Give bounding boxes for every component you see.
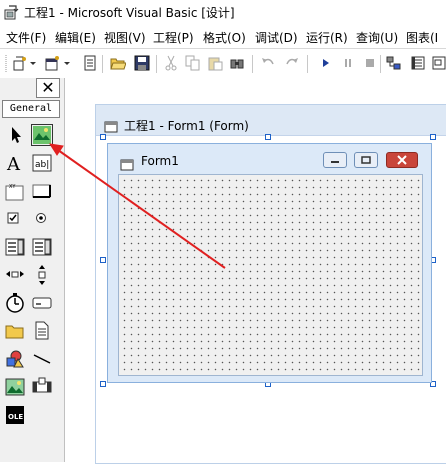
toolbar-separator (380, 55, 381, 73)
add-form-icon[interactable] (44, 55, 60, 71)
shape-tool-icon[interactable] (4, 348, 26, 370)
frame-tool-icon[interactable]: XY (4, 180, 26, 202)
dirlistbox-tool-icon[interactable] (4, 320, 26, 342)
filelistbox-tool-icon[interactable] (31, 320, 53, 342)
toolbar-separator (102, 55, 103, 73)
vscrollbar-tool-icon[interactable] (31, 264, 53, 286)
svg-text:OLE: OLE (8, 413, 23, 421)
toolbox-tab-general[interactable]: General (2, 100, 60, 118)
resize-handle[interactable] (100, 134, 106, 140)
form1-client-area[interactable] (118, 174, 423, 376)
svg-text:ab|: ab| (35, 160, 49, 170)
form1-window[interactable]: Form1 (107, 143, 432, 383)
textbox-tool-icon[interactable]: ab| (31, 152, 53, 174)
menu-editor-icon[interactable] (82, 55, 98, 71)
form-layout-icon[interactable] (432, 55, 446, 71)
optionbutton-tool-icon[interactable] (31, 208, 53, 230)
toolbar-grip-icon[interactable] (4, 55, 9, 73)
svg-text:A: A (6, 154, 21, 174)
menu-diagram[interactable]: 图表(I (406, 29, 438, 46)
title-bar: 工程1 - Microsoft Visual Basic [设计] (0, 0, 446, 24)
data-tool-icon[interactable] (31, 376, 53, 398)
add-project-icon[interactable] (12, 55, 28, 71)
menu-debug[interactable]: 调试(D) (255, 29, 298, 46)
toolbar-separator (252, 55, 253, 73)
pointer-tool-icon[interactable] (4, 124, 26, 146)
standard-toolbar (0, 48, 446, 79)
menu-run[interactable]: 运行(R) (306, 29, 348, 46)
hscrollbar-tool-icon[interactable] (4, 264, 26, 286)
toolbox-panel: ✕ General A ab| XY OLE (0, 78, 65, 462)
form-window-icon (120, 156, 134, 175)
svg-text:XY: XY (9, 184, 16, 190)
project-explorer-icon[interactable] (386, 55, 402, 71)
resize-handle[interactable] (100, 381, 106, 387)
open-icon[interactable] (110, 55, 126, 71)
toolbox-close-button[interactable]: ✕ (36, 78, 60, 98)
menu-file[interactable]: 文件(F) (6, 29, 46, 46)
break-icon[interactable] (340, 55, 356, 71)
checkbox-tool-icon[interactable] (4, 208, 26, 230)
paste-icon[interactable] (207, 55, 223, 71)
form1-title: Form1 (141, 154, 179, 168)
window-title: 工程1 - Microsoft Visual Basic [设计] (24, 6, 235, 20)
minimize-button[interactable] (323, 152, 347, 168)
start-icon[interactable] (318, 55, 334, 71)
menu-view[interactable]: 视图(V) (104, 29, 146, 46)
listbox-tool-icon[interactable] (31, 236, 53, 258)
line-tool-icon[interactable] (31, 348, 53, 370)
properties-icon[interactable] (410, 55, 426, 71)
cut-icon[interactable] (163, 55, 179, 71)
vb-app-icon[interactable] (4, 4, 20, 20)
picturebox-tool-icon[interactable] (31, 124, 53, 146)
undo-icon[interactable] (260, 55, 276, 71)
resize-handle[interactable] (265, 134, 271, 140)
menu-project[interactable]: 工程(P) (153, 29, 194, 46)
combobox-tool-icon[interactable] (4, 236, 26, 258)
menu-format[interactable]: 格式(O) (203, 29, 246, 46)
toolbar-separator (307, 55, 308, 73)
resize-handle[interactable] (430, 134, 436, 140)
maximize-button[interactable] (354, 152, 378, 168)
form-window-icon (104, 118, 118, 137)
designer-title-bar[interactable]: 工程1 - Form1 (Form) (96, 105, 446, 136)
menu-query[interactable]: 查询(U) (356, 29, 398, 46)
toolbar-separator (156, 55, 157, 73)
dropdown-arrow-icon[interactable] (30, 55, 36, 71)
designer-title: 工程1 - Form1 (Form) (124, 119, 249, 133)
save-icon[interactable] (134, 55, 150, 71)
dropdown-arrow-icon[interactable] (64, 55, 70, 71)
form1-title-bar[interactable]: Form1 (108, 144, 431, 174)
close-button[interactable] (386, 152, 418, 168)
commandbutton-tool-icon[interactable] (31, 180, 53, 202)
menu-edit[interactable]: 编辑(E) (55, 29, 96, 46)
end-icon[interactable] (362, 55, 378, 71)
timer-tool-icon[interactable] (4, 292, 26, 314)
find-icon[interactable] (229, 55, 245, 71)
ole-tool-icon[interactable]: OLE (4, 404, 26, 426)
drivelistbox-tool-icon[interactable] (31, 292, 53, 314)
image-tool-icon[interactable] (4, 376, 26, 398)
redo-icon[interactable] (284, 55, 300, 71)
copy-icon[interactable] (185, 55, 201, 71)
resize-handle[interactable] (100, 257, 106, 263)
menu-bar: 文件(F) 编辑(E) 视图(V) 工程(P) 格式(O) 调试(D) 运行(R… (0, 26, 446, 48)
label-tool-icon[interactable]: A (4, 152, 26, 174)
